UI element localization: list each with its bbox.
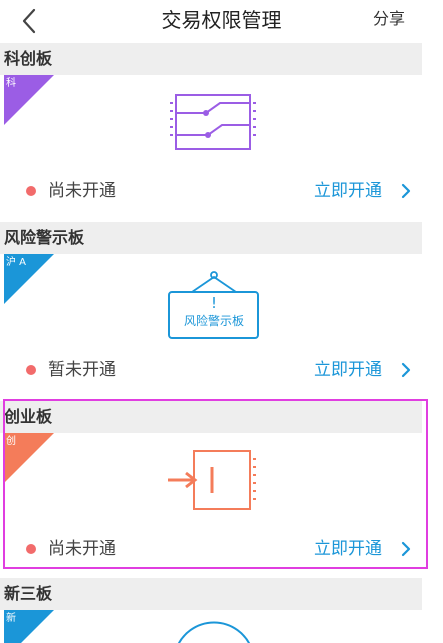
trading-permission-page: 交易权限管理 分享 科创板 科 尚未开通 立即开通 风险警示板 沪 A ! 风险… — [0, 0, 443, 643]
ribbon-label: 创 — [6, 436, 16, 447]
permission-card-risk-warning: 沪 A ! 风险警示板 暂未开通 立即开通 — [4, 254, 422, 394]
ribbon-label: 新 — [6, 613, 16, 624]
chevron-right-icon[interactable] — [398, 183, 414, 199]
status-text: 尚未开通 — [48, 181, 116, 201]
status-dot — [26, 365, 36, 375]
switch-board-icon — [170, 94, 256, 150]
section-header-new-third-board: 新三板 — [0, 578, 422, 610]
warning-sign-text: 风险警示板 — [183, 314, 244, 328]
warning-sign-icon: ! 风险警示板 — [166, 268, 262, 342]
ribbon-label: 沪 A — [6, 257, 27, 268]
status-text: 暂未开通 — [48, 360, 116, 380]
section-title: 科创板 — [4, 49, 53, 68]
section-title: 风险警示板 — [4, 228, 85, 247]
chevron-right-icon[interactable] — [398, 362, 414, 378]
enter-board-icon — [168, 450, 256, 510]
permission-card-chinext: 创 尚未开通 立即开通 — [4, 433, 422, 567]
status-text: 尚未开通 — [48, 539, 116, 559]
circle-arc-icon — [178, 621, 250, 643]
status-dot — [26, 186, 36, 196]
warning-mark: ! — [210, 294, 217, 312]
permission-card-new-third-board: 新 — [4, 610, 422, 643]
section-header-star-market: 科创板 — [0, 43, 422, 75]
open-now-link[interactable]: 立即开通 — [314, 177, 382, 205]
permission-card-star-market: 科 尚未开通 立即开通 — [4, 75, 422, 215]
ribbon-label: 科 — [6, 78, 16, 89]
open-now-link[interactable]: 立即开通 — [314, 356, 382, 384]
status-row: 尚未开通 立即开通 — [4, 535, 422, 565]
open-now-link[interactable]: 立即开通 — [314, 535, 382, 563]
section-title: 创业板 — [4, 407, 53, 426]
status-row: 尚未开通 立即开通 — [4, 177, 422, 207]
chevron-right-icon[interactable] — [398, 541, 414, 557]
section-header-risk-warning: 风险警示板 — [0, 222, 422, 254]
share-button[interactable]: 分享 — [373, 8, 405, 30]
status-dot — [26, 544, 36, 554]
section-title: 新三板 — [4, 584, 53, 603]
status-row: 暂未开通 立即开通 — [4, 356, 422, 386]
section-header-chinext: 创业板 — [0, 401, 422, 433]
